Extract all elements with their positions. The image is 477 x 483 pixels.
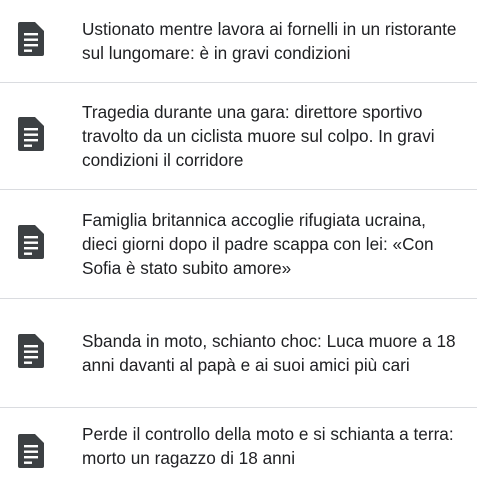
item-title: Sbanda in moto, schianto choc: Luca muor…: [82, 331, 456, 375]
item-title: Perde il controllo della moto e si schia…: [82, 423, 454, 468]
item-title: Tragedia durante una gara: direttore spo…: [82, 102, 435, 170]
item-title: Ustionato mentre lavora ai fornelli in u…: [82, 19, 457, 63]
document-icon: [18, 22, 44, 56]
document-icon: [18, 225, 44, 259]
list-item[interactable]: Tragedia durante una gara: direttore spo…: [0, 83, 477, 189]
list-item[interactable]: Perde il controllo della moto e si schia…: [0, 408, 477, 483]
document-icon: [18, 334, 44, 368]
list-item[interactable]: Famiglia britannica accoglie rifugiata u…: [0, 190, 477, 298]
document-icon: [18, 433, 44, 468]
news-list: Ustionato mentre lavora ai fornelli in u…: [0, 0, 477, 483]
list-item[interactable]: Sbanda in moto, schianto choc: Luca muor…: [0, 299, 477, 407]
list-item[interactable]: Ustionato mentre lavora ai fornelli in u…: [0, 0, 477, 82]
item-title: Famiglia britannica accoglie rifugiata u…: [82, 210, 434, 278]
document-icon: [18, 117, 44, 151]
